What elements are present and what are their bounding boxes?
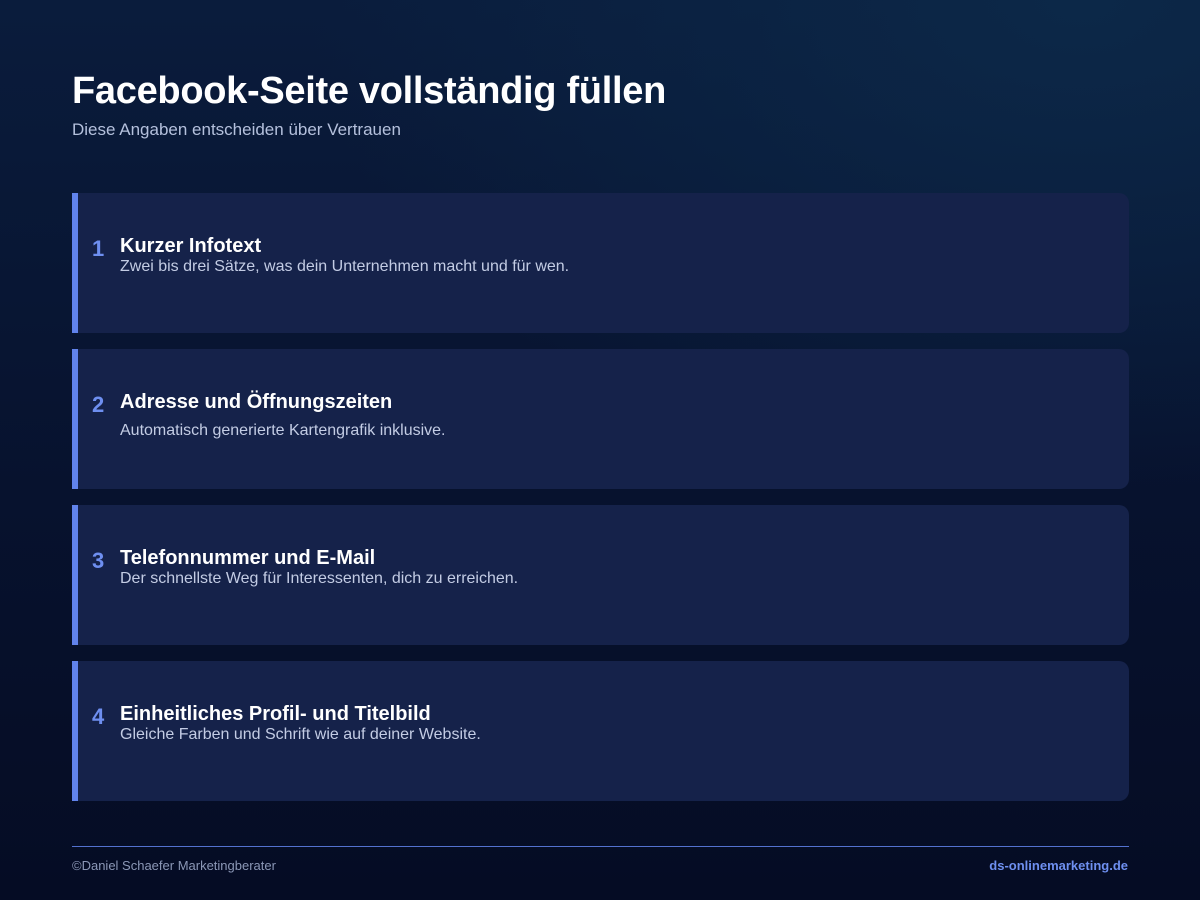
item-title: Adresse und Öffnungszeiten <box>120 391 393 413</box>
footer-website-link[interactable]: ds-onlinemarketing.de <box>989 858 1128 874</box>
item-description: Automatisch generierte Kartengrafik inkl… <box>120 422 446 439</box>
page-subtitle: Diese Angaben entscheiden über Vertrauen <box>72 120 401 139</box>
checklist-item: 1 Kurzer Infotext Zwei bis drei Sätze, w… <box>72 193 1129 333</box>
item-title: Kurzer Infotext <box>120 235 262 257</box>
item-description: Der schnellste Weg für Interessenten, di… <box>120 570 519 587</box>
item-title: Einheitliches Profil- und Titelbild <box>120 703 431 725</box>
page-header: Facebook-Seite vollständig füllen Diese … <box>72 68 1128 141</box>
page-title: Facebook-Seite vollständig füllen <box>72 70 666 112</box>
checklist-item: 3 Telefonnummer und E-Mail Der schnellst… <box>72 505 1129 645</box>
item-title: Telefonnummer und E-Mail <box>120 547 376 569</box>
item-description: Gleiche Farben und Schrift wie auf deine… <box>120 726 481 743</box>
item-number: 4 <box>92 704 105 729</box>
checklist: 1 Kurzer Infotext Zwei bis drei Sätze, w… <box>72 193 1129 817</box>
item-number: 3 <box>92 548 105 573</box>
item-description: Zwei bis drei Sätze, was dein Unternehme… <box>120 258 570 275</box>
checklist-item: 4 Einheitliches Profil- und Titelbild Gl… <box>72 661 1129 801</box>
item-number: 2 <box>92 392 105 417</box>
footer-divider <box>72 846 1129 847</box>
footer-copyright: ©Daniel Schaefer Marketingberater <box>72 858 276 873</box>
item-number: 1 <box>92 236 105 261</box>
checklist-item: 2 Adresse und Öffnungszeiten Automatisch… <box>72 349 1129 489</box>
